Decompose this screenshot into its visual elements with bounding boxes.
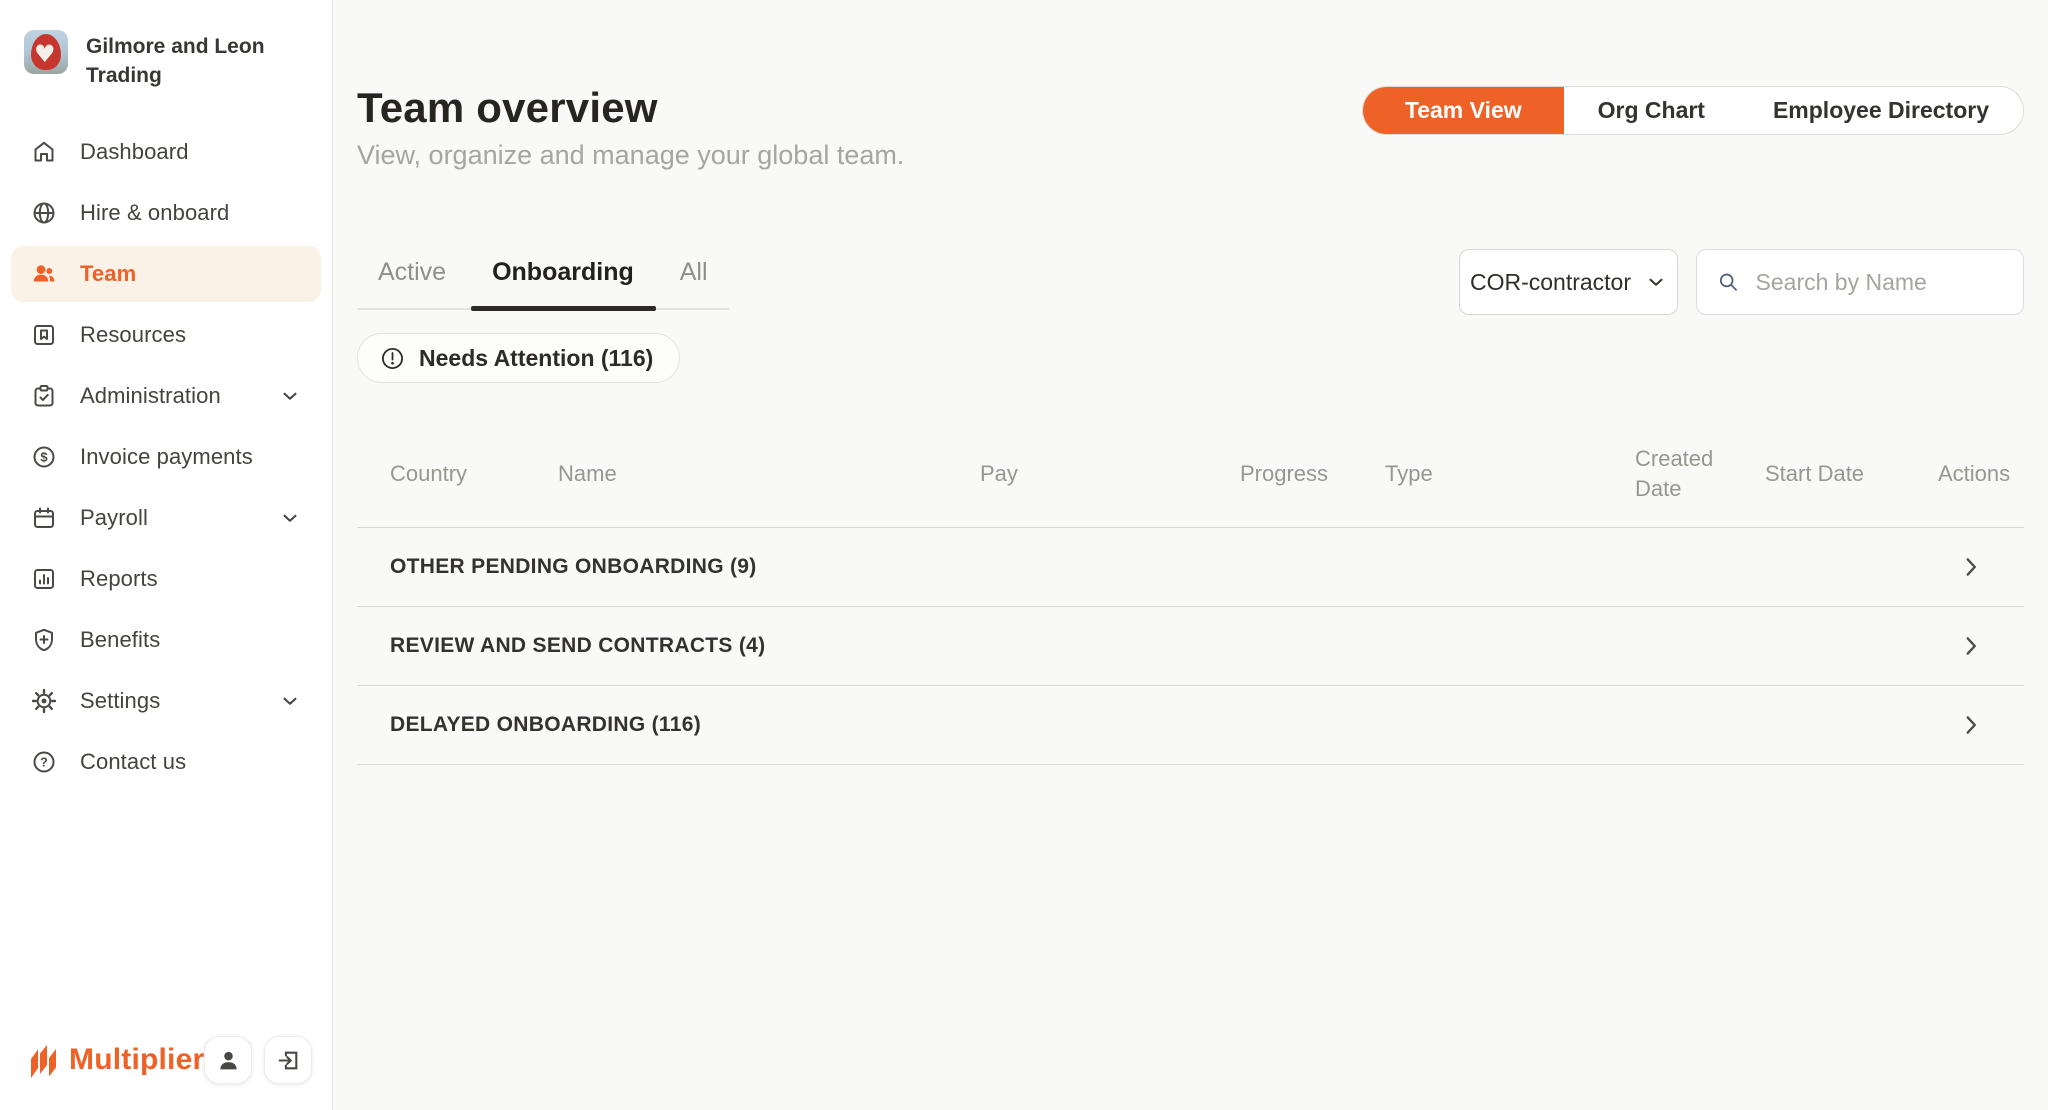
- view-switcher-team-view[interactable]: Team View: [1363, 87, 1564, 134]
- company-name: Gilmore and Leon Trading: [86, 30, 312, 90]
- sidebar-item-label: Benefits: [80, 627, 160, 653]
- page-title: Team overview: [357, 84, 904, 132]
- clipboard-check-icon: [31, 383, 57, 409]
- sidebar-item-dashboard[interactable]: Dashboard: [11, 124, 321, 180]
- avatar-heart-shape: ♥: [34, 42, 56, 66]
- column-header-type: Type: [1385, 459, 1635, 489]
- sidebar-item-label: Hire & onboard: [80, 200, 229, 226]
- sidebar-footer: Multiplier: [0, 1036, 332, 1110]
- sidebar-item-hire-onboard[interactable]: Hire & onboard: [11, 185, 321, 241]
- sidebar-item-invoice-payments[interactable]: $ Invoice payments: [11, 429, 321, 485]
- sidebar-item-administration[interactable]: Administration: [11, 368, 321, 424]
- needs-attention-filter[interactable]: Needs Attention (116): [357, 333, 680, 383]
- company-avatar: ♥: [24, 30, 68, 74]
- sidebar-item-label: Invoice payments: [80, 444, 253, 470]
- logout-button[interactable]: [264, 1036, 312, 1084]
- shield-plus-icon: [31, 627, 57, 653]
- sidebar-item-settings[interactable]: Settings: [11, 673, 321, 729]
- sidebar-item-reports[interactable]: Reports: [11, 551, 321, 607]
- section-row-other-pending-onboarding[interactable]: OTHER PENDING ONBOARDING (9): [357, 528, 2024, 607]
- sidebar-item-label: Payroll: [80, 505, 148, 531]
- sidebar-item-label: Settings: [80, 688, 160, 714]
- home-icon: [31, 139, 57, 165]
- alert-icon: [380, 346, 405, 371]
- sidebar-item-team[interactable]: Team: [11, 246, 321, 302]
- filter-bar: COR-contractor: [1459, 249, 2024, 315]
- main-content: Team overview View, organize and manage …: [333, 0, 2048, 1110]
- calendar-icon: [31, 505, 57, 531]
- page-subtitle: View, organize and manage your global te…: [357, 140, 904, 171]
- person-icon: [216, 1048, 241, 1073]
- search-box: [1696, 249, 2024, 315]
- help-icon: ?: [31, 749, 57, 775]
- tab-active[interactable]: Active: [378, 258, 446, 308]
- sidebar: ♥ Gilmore and Leon Trading Dashboard Hir…: [0, 0, 333, 1110]
- sidebar-item-label: Dashboard: [80, 139, 189, 165]
- column-header-created-date: Created Date: [1635, 444, 1765, 504]
- chevron-down-icon: [279, 507, 301, 529]
- column-header-country: Country: [390, 459, 558, 489]
- multiplier-logo-icon: [27, 1040, 61, 1080]
- sidebar-item-label: Reports: [80, 566, 158, 592]
- sidebar-item-payroll[interactable]: Payroll: [11, 490, 321, 546]
- view-switcher-employee-directory[interactable]: Employee Directory: [1739, 87, 2023, 134]
- section-label: REVIEW AND SEND CONTRACTS (4): [390, 634, 765, 658]
- onboarding-table: Country Name Pay Progress Type Created D…: [357, 420, 2024, 765]
- gear-icon: [31, 688, 57, 714]
- contract-type-value: COR-contractor: [1470, 269, 1631, 296]
- logout-icon: [276, 1048, 301, 1073]
- chevron-right-icon: [1958, 712, 1984, 738]
- resources-icon: [31, 322, 57, 348]
- sidebar-item-benefits[interactable]: Benefits: [11, 612, 321, 668]
- view-switcher: Team View Org Chart Employee Directory: [1362, 86, 2024, 135]
- column-header-progress: Progress: [1240, 459, 1385, 489]
- view-switcher-org-chart[interactable]: Org Chart: [1564, 87, 1739, 134]
- globe-icon: [31, 200, 57, 226]
- sidebar-item-resources[interactable]: Resources: [11, 307, 321, 363]
- column-header-pay: Pay: [980, 459, 1240, 489]
- svg-text:?: ?: [40, 755, 48, 769]
- chevron-down-icon: [279, 385, 301, 407]
- sidebar-nav: Dashboard Hire & onboard Team Resources …: [0, 116, 332, 795]
- chevron-right-icon: [1958, 633, 1984, 659]
- sidebar-item-label: Team: [80, 261, 136, 287]
- section-label: DELAYED ONBOARDING (116): [390, 713, 701, 737]
- page-header: Team overview View, organize and manage …: [357, 84, 904, 171]
- sidebar-item-label: Resources: [80, 322, 186, 348]
- contract-type-dropdown[interactable]: COR-contractor: [1459, 249, 1678, 315]
- table-header: Country Name Pay Progress Type Created D…: [357, 420, 2024, 528]
- section-label: OTHER PENDING ONBOARDING (9): [390, 555, 757, 579]
- section-row-review-and-send-contracts[interactable]: REVIEW AND SEND CONTRACTS (4): [357, 607, 2024, 686]
- dollar-circle-icon: $: [31, 444, 57, 470]
- multiplier-logo: Multiplier: [27, 1040, 204, 1080]
- sidebar-item-contact-us[interactable]: ? Contact us: [11, 734, 321, 790]
- column-header-start-date: Start Date: [1765, 459, 1938, 489]
- search-icon: [1717, 269, 1740, 295]
- section-row-delayed-onboarding[interactable]: DELAYED ONBOARDING (116): [357, 686, 2024, 765]
- tab-onboarding[interactable]: Onboarding: [492, 258, 634, 308]
- status-tabs: Active Onboarding All: [357, 249, 729, 310]
- column-header-name: Name: [558, 459, 980, 489]
- chevron-down-icon: [279, 690, 301, 712]
- chevron-right-icon: [1958, 554, 1984, 580]
- search-input[interactable]: [1756, 269, 2005, 296]
- brand-name: Multiplier: [69, 1043, 204, 1077]
- sidebar-item-label: Administration: [80, 383, 221, 409]
- company-switcher[interactable]: ♥ Gilmore and Leon Trading: [0, 0, 332, 116]
- team-icon: [31, 261, 57, 287]
- needs-attention-label: Needs Attention (116): [419, 345, 653, 372]
- tab-all[interactable]: All: [680, 258, 708, 308]
- sidebar-item-label: Contact us: [80, 749, 186, 775]
- profile-button[interactable]: [204, 1036, 252, 1084]
- svg-text:$: $: [40, 450, 48, 465]
- bar-chart-icon: [31, 566, 57, 592]
- column-header-actions: Actions: [1938, 459, 2024, 489]
- chevron-down-icon: [1645, 271, 1667, 293]
